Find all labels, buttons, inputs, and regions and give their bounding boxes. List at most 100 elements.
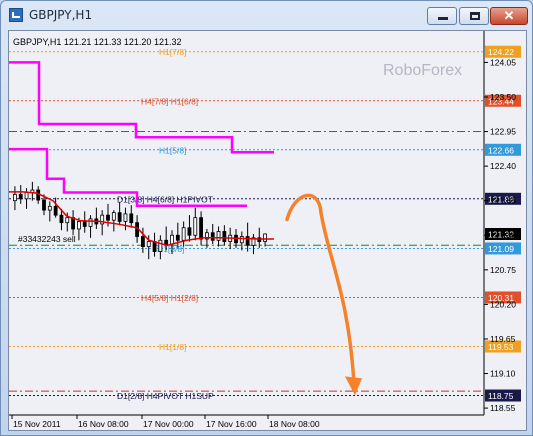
candle-body: [42, 199, 46, 211]
candle-body: [239, 236, 244, 244]
price-tick-label: 122.40: [490, 161, 516, 171]
candle: [18, 184, 23, 204]
price-chart[interactable]: H1[7/8] 124.22H4[7/8] H1[6/8] 123.44H1[5/8…: [9, 31, 526, 430]
candle-body: [245, 236, 250, 246]
candle-body: [111, 212, 116, 221]
candle: [111, 210, 116, 232]
candle: [82, 211, 87, 233]
candle-body: [65, 217, 70, 224]
candle-body: [36, 189, 41, 201]
candle-body: [152, 241, 157, 252]
candle: [245, 222, 250, 252]
price-badge-text: 124.22: [488, 47, 514, 57]
price-tick-label: 123.50: [490, 92, 516, 102]
candle-body: [47, 205, 52, 211]
symbol-info: GBPJPY,H1 121.21 121.33 121.20 121.32: [13, 37, 181, 47]
title-bar[interactable]: GBPJPY,H1 ✕: [1, 1, 532, 29]
price-tick-label: 120.20: [490, 299, 516, 309]
close-icon: ✕: [503, 8, 515, 23]
order-label: #33432243 sell: [18, 234, 76, 244]
candle-body: [82, 221, 87, 227]
time-axis[interactable]: 15 Nov 2011 16 Nov 08:00 17 Nov 00:00 17 No…: [11, 415, 320, 429]
level-label: D1[2/8] H4PIVOT H1SUP: [117, 391, 214, 401]
candle-body: [158, 239, 163, 252]
price-badge-text: 121.09: [488, 244, 514, 254]
level-label: H1[1/8]: [159, 342, 186, 352]
price-tick-label: 121.85: [490, 196, 516, 206]
maximize-icon: [470, 12, 480, 20]
candle: [193, 207, 198, 241]
candle: [158, 235, 163, 260]
close-button[interactable]: ✕: [490, 7, 528, 25]
candle-body: [216, 231, 221, 241]
candle-body: [13, 194, 17, 202]
price-tick-label: 118.55: [490, 403, 516, 413]
candle: [94, 207, 99, 229]
candle: [257, 227, 262, 248]
murrey-lines: [9, 61, 274, 207]
candle-body: [53, 205, 58, 216]
price-badge: 124.22: [485, 45, 521, 58]
level-label: H1[5/8]: [159, 145, 186, 155]
price-badge: 122.66: [485, 143, 521, 156]
candle-body: [193, 217, 198, 236]
candle-body: [106, 214, 110, 221]
time-tick-label: 15 Nov 2011: [13, 419, 61, 429]
minimize-button[interactable]: [427, 7, 457, 25]
candle-body: [141, 236, 145, 247]
candle-body: [175, 234, 180, 241]
forecast-arrow: [285, 193, 362, 396]
candle-body: [187, 227, 192, 236]
candle: [199, 211, 203, 246]
murrey-step-line: [9, 61, 274, 154]
candle: [123, 207, 128, 231]
candle-body: [146, 241, 151, 247]
watermark: RoboForex: [383, 62, 462, 79]
price-badge-text: 122.66: [488, 145, 514, 155]
candle: [129, 205, 134, 228]
maximize-button[interactable]: [459, 7, 489, 25]
candle-body: [88, 218, 93, 227]
candle-body: [199, 217, 203, 240]
level-label: D1[3/8] H4[6/8] H1PIVOT: [117, 194, 213, 204]
price-tick-label: 120.75: [490, 265, 516, 275]
candle: [30, 181, 35, 201]
minimize-icon: [438, 17, 448, 20]
candle: [251, 233, 256, 255]
time-tick-label: 16 Nov 08:00: [78, 419, 129, 429]
candle-body: [18, 194, 23, 200]
level-label: H4[7/8] H1[6/8]: [141, 96, 198, 106]
price-badge-text: 118.75: [488, 391, 514, 401]
candle: [117, 202, 122, 226]
candle-body: [210, 232, 215, 241]
price-badge: 121.09: [485, 242, 521, 255]
price-tick-label: 124.05: [490, 57, 516, 67]
candle: [181, 221, 186, 247]
level-label: H4[5/8] H1[2/8]: [141, 293, 198, 303]
candle: [187, 215, 192, 242]
price-tick-label: 119.10: [490, 369, 516, 379]
candle: [263, 233, 267, 247]
candle: [71, 210, 75, 236]
candle-body: [123, 213, 128, 222]
candle-body: [263, 233, 267, 242]
chart-window-icon: [9, 8, 23, 22]
candle: [24, 188, 29, 209]
window-title: GBPJPY,H1: [29, 8, 93, 22]
candle-body: [24, 192, 29, 200]
candle-body: [222, 231, 227, 242]
candle-body: [181, 227, 186, 241]
chart-area[interactable]: H1[7/8] 124.22 H4[7/8] H1[6/8] 123.44 H1[5/8…: [8, 30, 527, 431]
candle-body: [170, 234, 174, 245]
candle-body: [59, 214, 64, 224]
candle: [222, 225, 227, 246]
chart-window: GBPJPY,H1 ✕ H1[7/8] 124.22 H4[7/8] H1[6/8]…: [0, 0, 533, 436]
candle: [53, 197, 58, 218]
candle: [152, 232, 157, 257]
candle: [13, 186, 17, 211]
price-tick-label: 119.65: [490, 334, 516, 344]
candle: [210, 223, 215, 245]
candle: [216, 226, 221, 247]
candle: [36, 186, 41, 204]
time-tick-label: 17 Nov 16:00: [206, 419, 257, 429]
